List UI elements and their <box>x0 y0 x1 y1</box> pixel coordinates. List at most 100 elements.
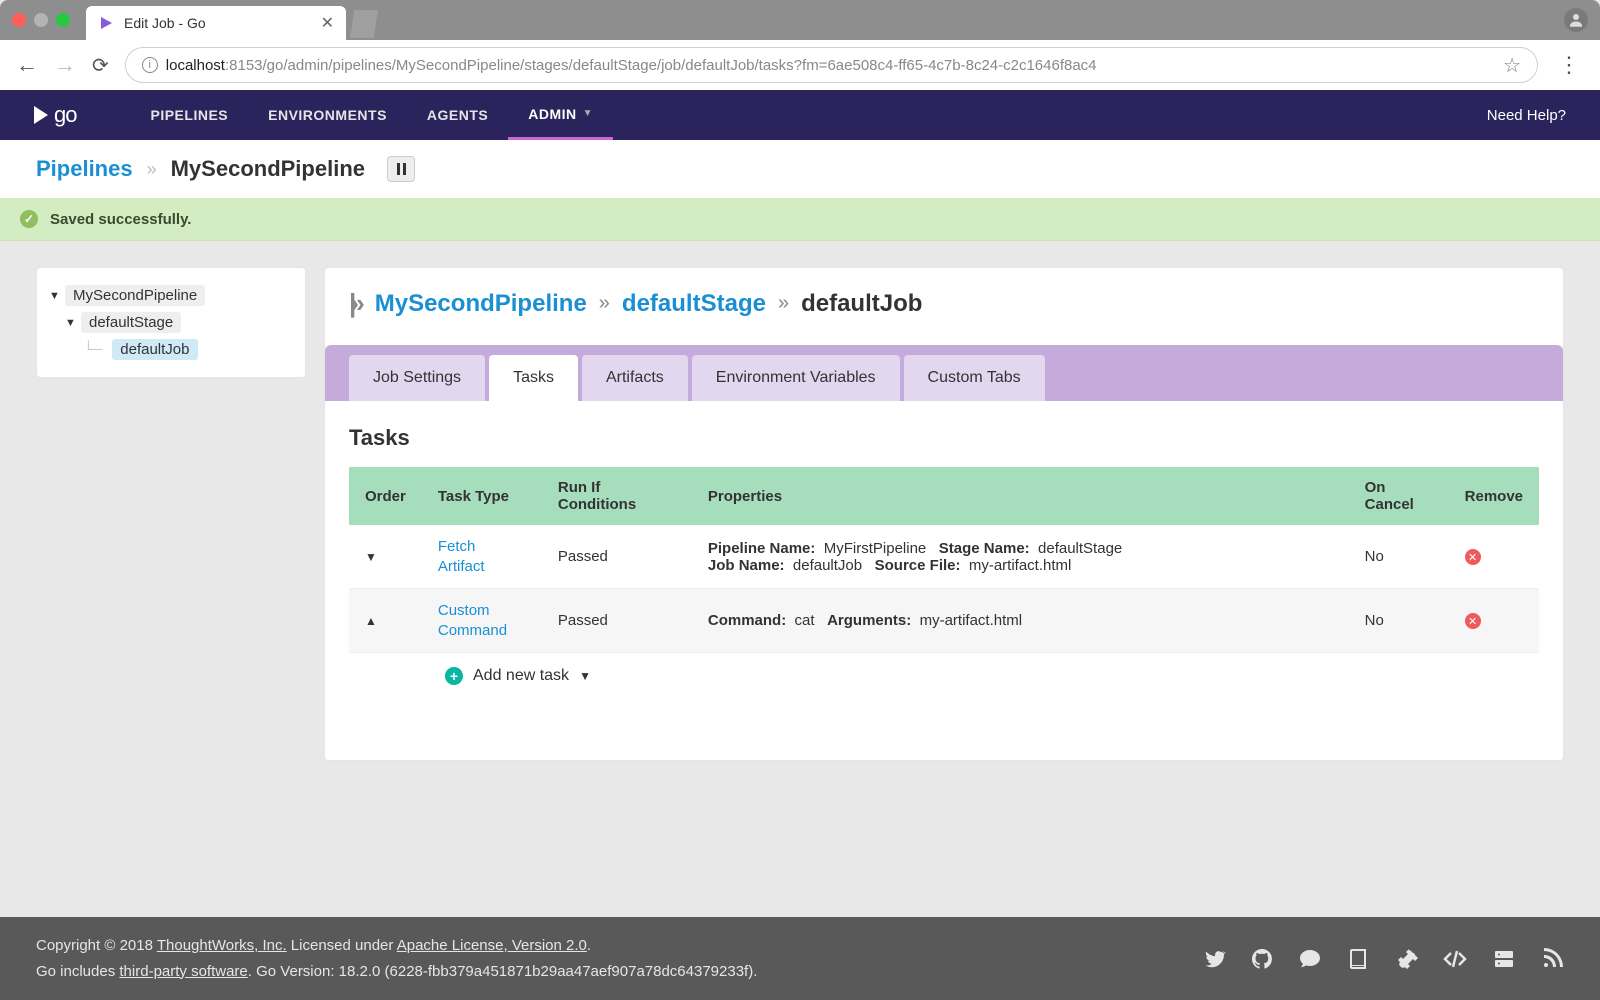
primary-nav: PIPELINES ENVIRONMENTS AGENTS ADMIN ▼ <box>130 90 613 140</box>
breadcrumb-pipelines[interactable]: Pipelines <box>36 156 133 182</box>
content-panel: |» MySecondPipeline » defaultStage » def… <box>324 267 1564 761</box>
table-row: ▼ FetchArtifact Passed Pipeline Name: My… <box>349 525 1539 589</box>
book-icon[interactable] <box>1346 947 1370 971</box>
bookmark-icon[interactable]: ☆ <box>1503 53 1521 78</box>
tree-stage[interactable]: ▼ defaultStage <box>65 309 293 336</box>
new-tab-button[interactable] <box>350 10 378 38</box>
caret-down-icon: ▼ <box>65 317 75 329</box>
rss-icon[interactable] <box>1540 947 1564 971</box>
footer-social-icons <box>1202 947 1564 971</box>
job-breadcrumb: |» MySecondPipeline » defaultStage » def… <box>349 288 1539 319</box>
nav-pipelines[interactable]: PIPELINES <box>130 90 248 140</box>
props-cell: Pipeline Name: MyFirstPipeline Stage Nam… <box>692 525 1349 589</box>
browser-address-bar: ← → ⟳ i localhost:8153/go/admin/pipeline… <box>0 40 1600 90</box>
nav-admin[interactable]: ADMIN ▼ <box>508 90 613 140</box>
forward-button: → <box>54 52 76 78</box>
props-cell: Command: cat Arguments: my-artifact.html <box>692 589 1349 653</box>
breadcrumb-separator-icon: » <box>778 292 789 315</box>
url-path: :8153/go/admin/pipelines/MySecondPipelin… <box>225 57 1097 74</box>
logo-triangle-icon <box>34 106 48 124</box>
reload-button[interactable]: ⟳ <box>92 53 109 78</box>
chevron-down-icon: ▼ <box>583 108 593 119</box>
crumb-stage-link[interactable]: defaultStage <box>622 290 766 318</box>
tree-job[interactable]: └─ defaultJob <box>83 336 293 363</box>
tasks-table: Order Task Type Run If Conditions Proper… <box>349 467 1539 653</box>
browser-chrome: Edit Job - Go ✕ ← → ⟳ i localhost:8153/g… <box>0 0 1600 90</box>
col-on-cancel: On Cancel <box>1349 467 1449 525</box>
browser-menu-icon[interactable]: ⋮ <box>1554 52 1584 78</box>
breadcrumb-separator-icon: » <box>599 292 610 315</box>
on-cancel-value: No <box>1349 525 1449 589</box>
browser-tab-bar: Edit Job - Go ✕ <box>0 0 1600 40</box>
move-up-button[interactable]: ▲ <box>365 614 377 628</box>
app-footer: Copyright © 2018 ThoughtWorks, Inc. Lice… <box>0 917 1600 1000</box>
col-order: Order <box>349 467 422 525</box>
server-icon[interactable] <box>1492 947 1516 971</box>
runif-value: Passed <box>542 525 692 589</box>
plugin-icon[interactable] <box>1394 947 1418 971</box>
page-breadcrumb: Pipelines » MySecondPipeline <box>0 140 1600 198</box>
add-new-task-button[interactable]: + Add new task ▼ <box>445 667 591 685</box>
flash-message: Saved successfully. <box>50 211 191 228</box>
breadcrumb-separator-icon: » <box>147 159 157 180</box>
thoughtworks-link[interactable]: ThoughtWorks, Inc. <box>157 937 287 954</box>
tab-tasks[interactable]: Tasks <box>489 355 578 401</box>
license-link[interactable]: Apache License, Version 2.0 <box>397 937 587 954</box>
app-header: go PIPELINES ENVIRONMENTS AGENTS ADMIN ▼… <box>0 90 1600 140</box>
remove-task-button[interactable]: ✕ <box>1465 613 1481 629</box>
site-info-icon[interactable]: i <box>142 57 158 73</box>
remove-task-button[interactable]: ✕ <box>1465 549 1481 565</box>
profile-icon[interactable] <box>1564 8 1588 32</box>
plus-icon: + <box>445 667 463 685</box>
pause-icon <box>397 163 406 175</box>
chat-icon[interactable] <box>1298 947 1322 971</box>
runif-value: Passed <box>542 589 692 653</box>
col-remove: Remove <box>1449 467 1539 525</box>
close-tab-icon[interactable]: ✕ <box>321 13 334 33</box>
tab-env-variables[interactable]: Environment Variables <box>692 355 900 401</box>
favicon-icon <box>98 15 114 31</box>
pause-pipeline-button[interactable] <box>387 156 415 182</box>
url-host: localhost <box>166 57 225 74</box>
check-icon: ✓ <box>20 210 38 228</box>
window-minimize-icon[interactable] <box>34 13 48 27</box>
tab-custom-tabs[interactable]: Custom Tabs <box>904 355 1045 401</box>
on-cancel-value: No <box>1349 589 1449 653</box>
crumb-pipeline-link[interactable]: MySecondPipeline <box>375 290 587 318</box>
nav-agents[interactable]: AGENTS <box>407 90 508 140</box>
col-properties: Properties <box>692 467 1349 525</box>
move-down-button[interactable]: ▼ <box>365 550 377 564</box>
window-controls <box>12 13 70 27</box>
url-field[interactable]: i localhost:8153/go/admin/pipelines/MySe… <box>125 47 1538 83</box>
table-header-row: Order Task Type Run If Conditions Proper… <box>349 467 1539 525</box>
app-logo[interactable]: go <box>34 102 76 128</box>
browser-tab-title: Edit Job - Go <box>124 15 311 31</box>
col-task-type: Task Type <box>422 467 542 525</box>
table-row: ▲ CustomCommand Passed Command: cat Argu… <box>349 589 1539 653</box>
tab-job-settings[interactable]: Job Settings <box>349 355 485 401</box>
tab-artifacts[interactable]: Artifacts <box>582 355 688 401</box>
crumb-job: defaultJob <box>801 290 922 318</box>
third-party-link[interactable]: third-party software <box>119 963 247 980</box>
window-close-icon[interactable] <box>12 13 26 27</box>
section-title: Tasks <box>349 425 1539 451</box>
pipeline-tree: ▼ MySecondPipeline ▼ defaultStage └─ def… <box>36 267 306 378</box>
nav-environments[interactable]: ENVIRONMENTS <box>248 90 407 140</box>
back-button[interactable]: ← <box>16 52 38 78</box>
github-icon[interactable] <box>1250 947 1274 971</box>
tree-branch-icon: └─ <box>83 341 100 358</box>
task-type-link[interactable]: CustomCommand <box>438 601 507 640</box>
help-link[interactable]: Need Help? <box>1487 107 1566 124</box>
task-type-link[interactable]: FetchArtifact <box>438 537 485 576</box>
flash-success: ✓ Saved successfully. <box>0 198 1600 241</box>
pipeline-icon: |» <box>349 288 359 319</box>
chevron-down-icon: ▼ <box>579 669 591 683</box>
breadcrumb-current: MySecondPipeline <box>171 156 365 182</box>
browser-tab[interactable]: Edit Job - Go ✕ <box>86 6 346 40</box>
tab-strip: Job Settings Tasks Artifacts Environment… <box>325 345 1563 401</box>
window-maximize-icon[interactable] <box>56 13 70 27</box>
col-runif: Run If Conditions <box>542 467 692 525</box>
tree-pipeline[interactable]: ▼ MySecondPipeline <box>49 282 293 309</box>
twitter-icon[interactable] <box>1202 947 1226 971</box>
api-icon[interactable] <box>1442 947 1468 971</box>
